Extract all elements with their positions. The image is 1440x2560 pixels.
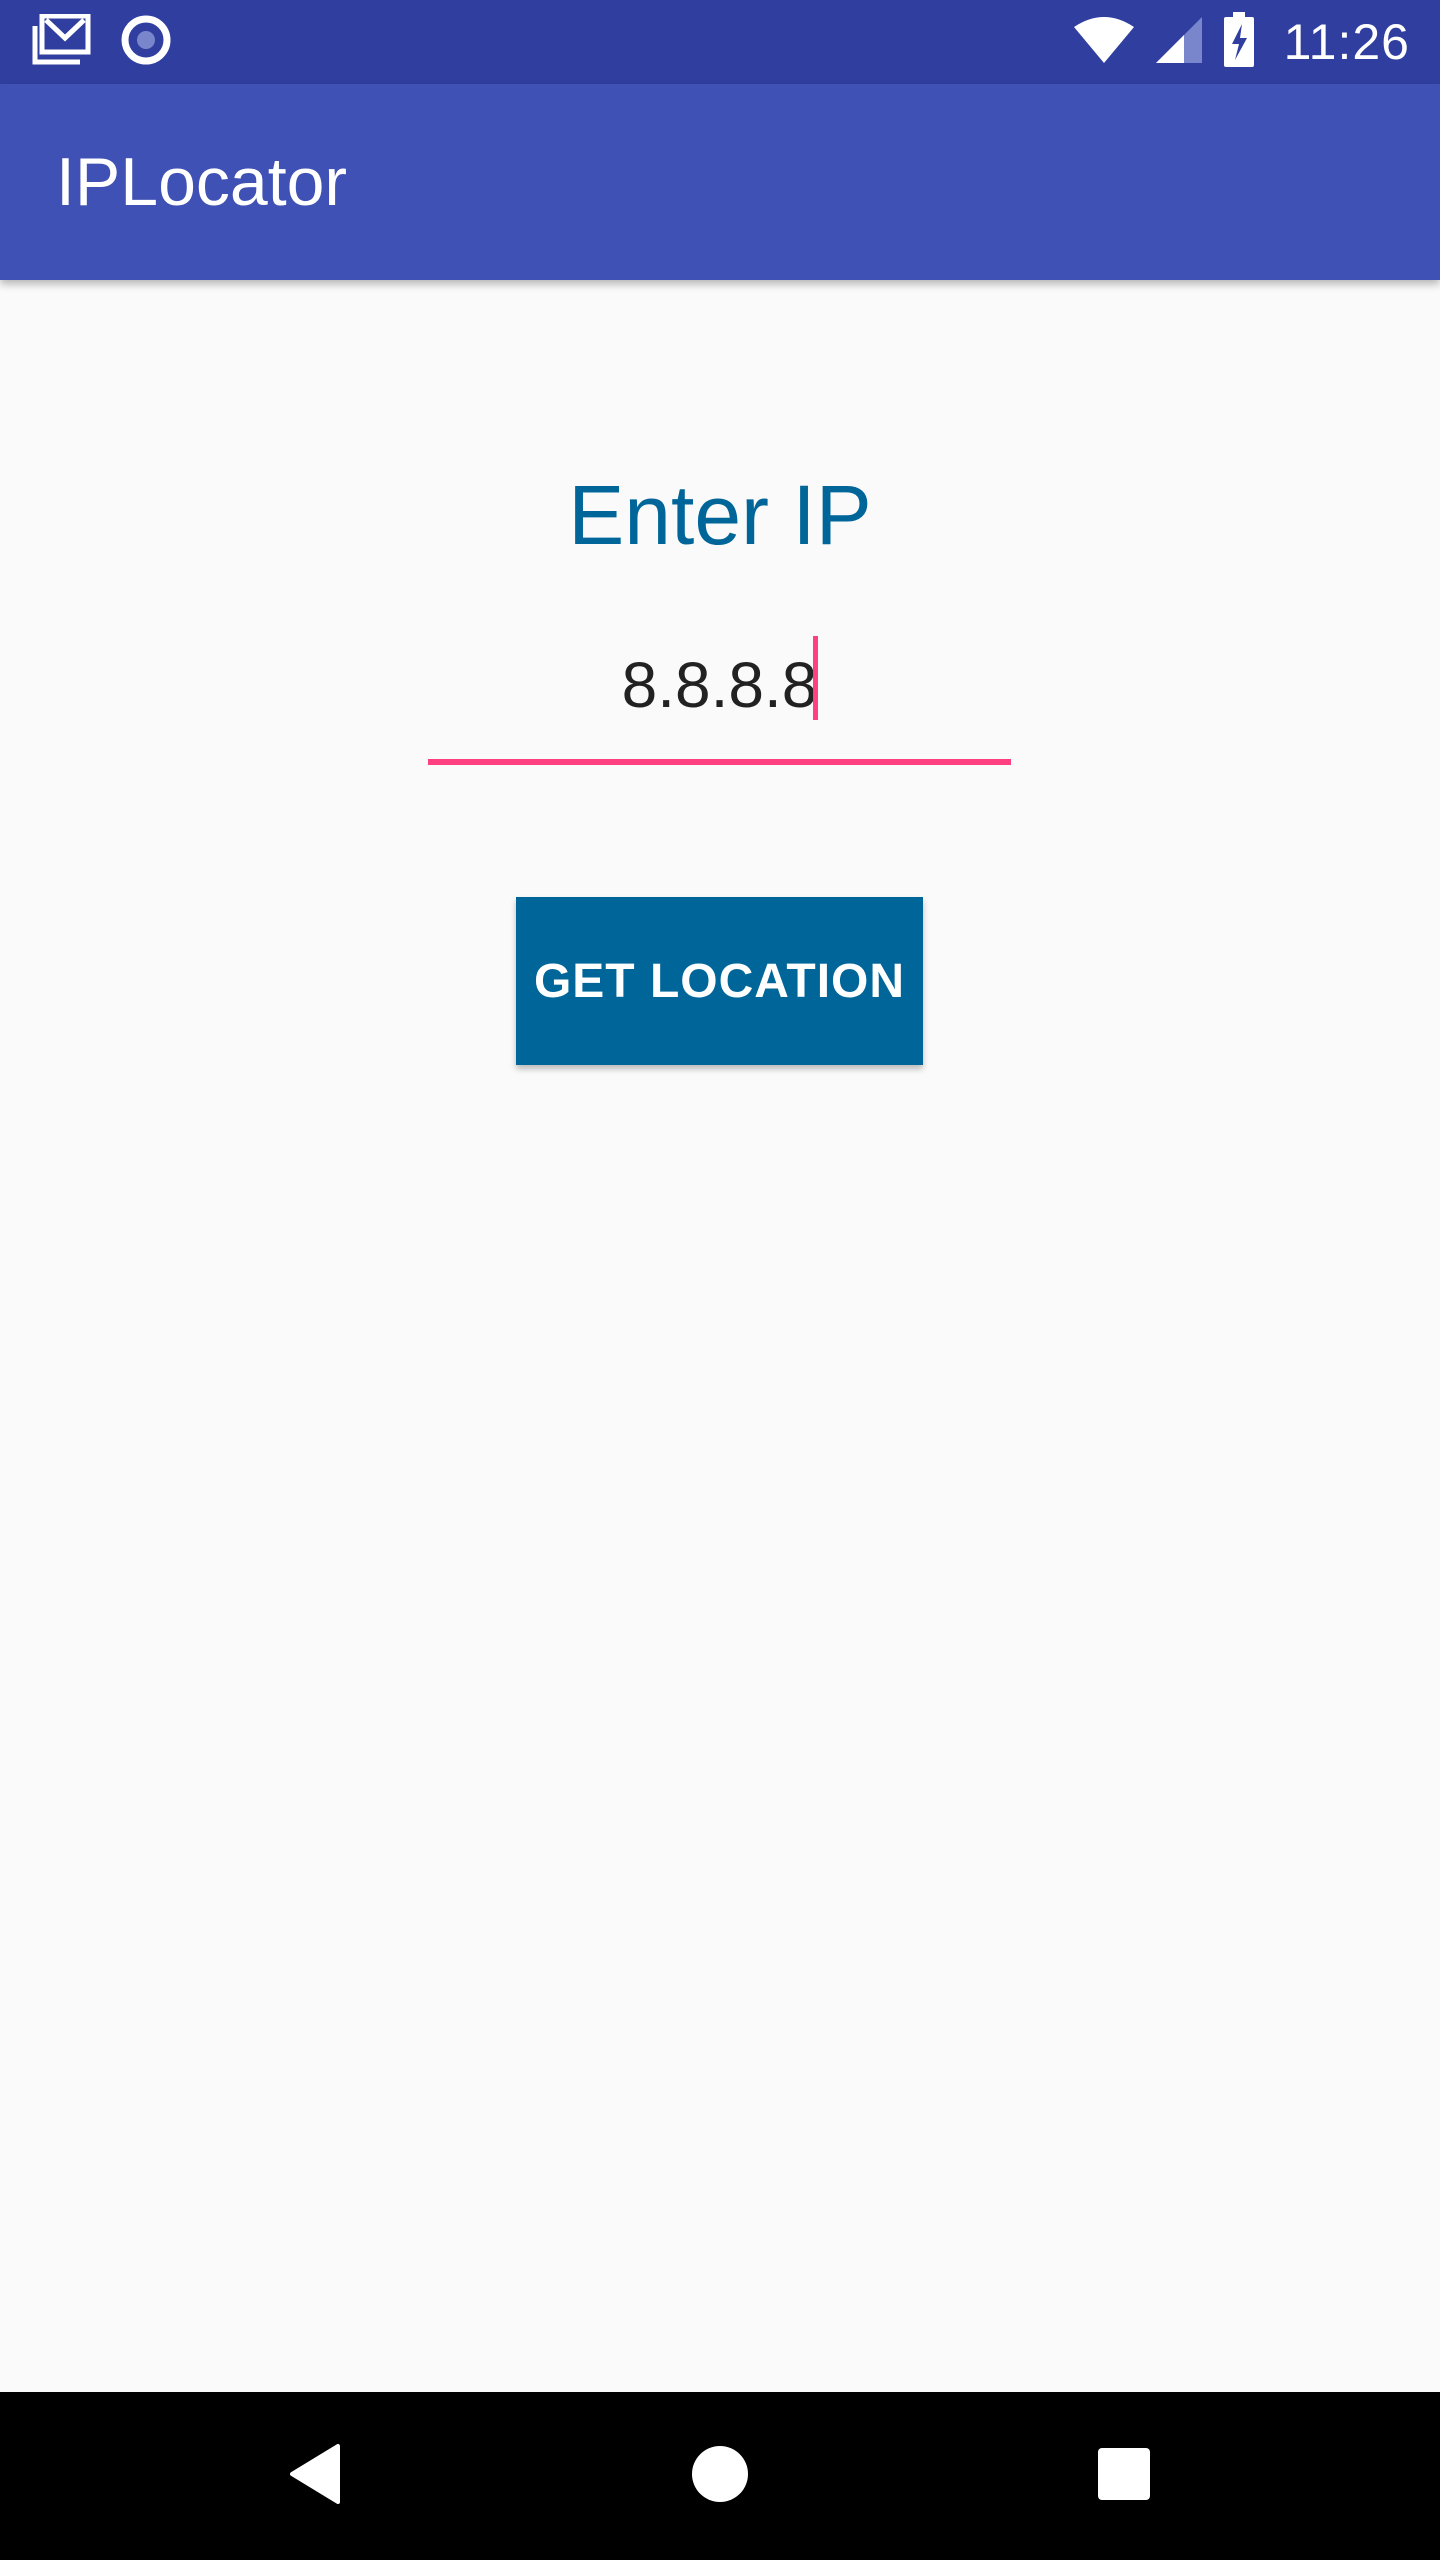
battery-charging-icon [1222,11,1256,73]
wifi-icon [1072,15,1136,70]
status-right-icons: 11:26 [1072,10,1410,74]
status-bar: 11:26 [0,0,1440,84]
radio-circle-icon [120,14,172,71]
home-icon [690,2444,750,2509]
screen: 11:26 IPLocator Enter IP GET LOCATION [0,0,1440,2560]
status-time: 11:26 [1283,14,1410,70]
text-cursor [813,636,818,720]
ip-input-underline [428,759,1011,765]
recents-button[interactable] [1074,2426,1174,2526]
enter-ip-label: Enter IP [568,468,872,562]
recents-icon [1096,2446,1152,2507]
cell-signal-icon [1154,15,1204,70]
get-location-button[interactable]: GET LOCATION [516,897,923,1065]
gmail-icon [32,13,92,71]
back-icon [286,2442,346,2511]
app-title: IPLocator [56,144,348,220]
ip-input[interactable] [428,620,1011,750]
status-left-icons [32,13,172,71]
home-button[interactable] [670,2426,770,2526]
app-bar: IPLocator [0,84,1440,280]
back-button[interactable] [266,2426,366,2526]
ip-field[interactable] [428,620,1011,766]
navigation-bar [0,2392,1440,2560]
